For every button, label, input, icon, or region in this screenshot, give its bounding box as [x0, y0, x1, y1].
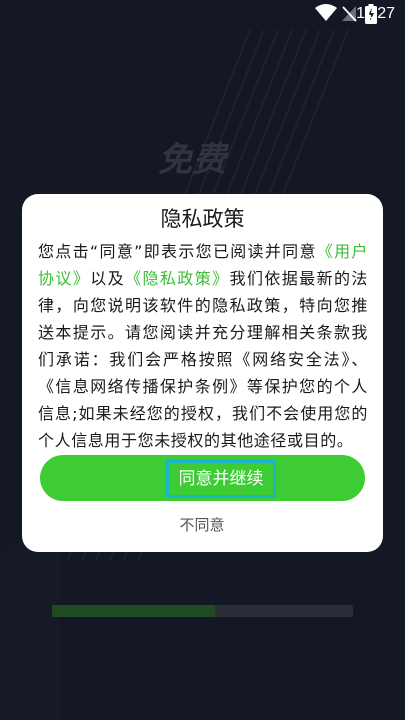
body-text-and: 以及	[90, 269, 126, 288]
body-text-intro: 您点击“同意”即表示您已阅读并同意	[38, 242, 317, 261]
disagree-button[interactable]: 不同意	[152, 512, 252, 538]
loading-progress-fill	[52, 605, 215, 617]
agree-continue-button[interactable]: 同意并继续	[40, 455, 365, 501]
clock: 11:27	[356, 5, 395, 22]
splash-title: 免费	[158, 140, 226, 180]
wifi-icon	[315, 4, 337, 21]
dialog-body: 您点击“同意”即表示您已阅读并同意《用户协议》以及《隐私政策》我们依据最新的法律…	[38, 238, 368, 454]
no-signal-icon	[342, 6, 357, 22]
dialog-title: 隐私政策	[160, 207, 245, 231]
loading-progress-bar	[52, 605, 353, 617]
privacy-dialog: 隐私政策 您点击“同意”即表示您已阅读并同意《用户协议》以及《隐私政策》我们依据…	[22, 194, 383, 552]
status-bar: 11:27	[0, 0, 405, 28]
privacy-policy-link[interactable]: 《隐私政策》	[125, 269, 229, 288]
body-text-main: 我们依据最新的法律，向您说明该软件的隐私政策，特向您推送本提示。请您阅读并充分理…	[38, 269, 368, 450]
agree-continue-label: 同意并继续	[166, 460, 276, 498]
